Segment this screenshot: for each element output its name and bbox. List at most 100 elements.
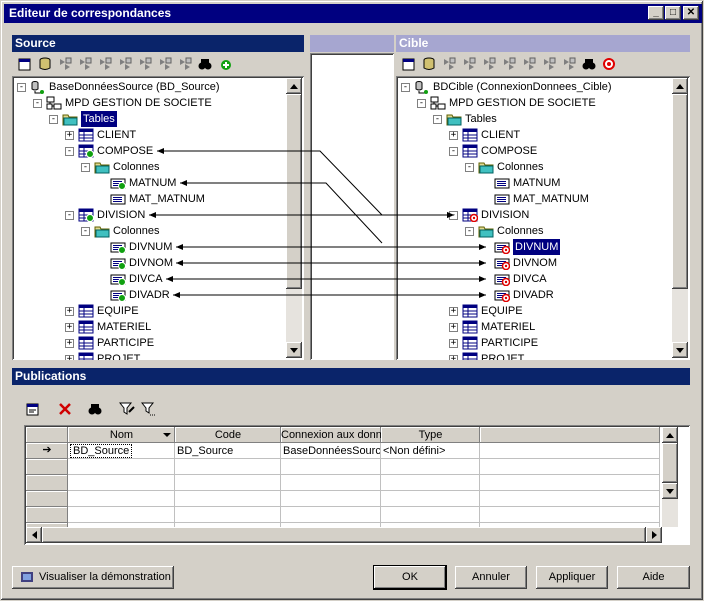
expand-all-icon[interactable] — [460, 56, 478, 72]
expand-icon[interactable]: + — [449, 323, 458, 332]
cible-tree-node[interactable]: - BDCible (ConnexionDonnees_Cible) — [396, 79, 690, 95]
database-icon[interactable] — [420, 56, 438, 72]
clear-filter-icon[interactable] — [140, 401, 158, 417]
row-header[interactable]: ➔ — [26, 443, 68, 459]
expand-icon[interactable]: + — [449, 355, 458, 360]
cible-tree-node[interactable]: + PROJET — [396, 351, 690, 360]
expand-icon[interactable]: + — [65, 339, 74, 348]
grid-cell[interactable] — [175, 459, 281, 475]
row-header[interactable] — [26, 475, 68, 491]
demo-button[interactable]: Visualiser la démonstration — [12, 566, 174, 589]
source-tree-node[interactable]: + EQUIPE — [12, 303, 304, 319]
publications-grid[interactable]: Nom Code Connexion aux donn Type ➔ BD_Source B… — [24, 425, 690, 545]
source-tree-node[interactable]: - COMPOSE — [12, 143, 304, 159]
collapse-icon[interactable]: - — [81, 227, 90, 236]
collapse-icon[interactable]: - — [465, 227, 474, 236]
collapse-icon[interactable]: - — [433, 115, 442, 124]
grid-cell[interactable] — [381, 507, 480, 523]
cible-tree-node[interactable]: DIVNOM — [396, 255, 690, 271]
find-icon[interactable] — [196, 56, 214, 72]
collapse-all-icon[interactable] — [480, 56, 498, 72]
collapse-icon[interactable]: - — [449, 211, 458, 220]
source-tree-node[interactable]: - Colonnes — [12, 159, 304, 175]
collapse-icon[interactable]: - — [17, 83, 26, 92]
properties-icon[interactable] — [24, 401, 42, 417]
scroll-down-icon[interactable] — [286, 342, 302, 358]
grid-cell[interactable] — [175, 491, 281, 507]
cible-tree-node[interactable]: MAT_MATNUM — [396, 191, 690, 207]
row-header[interactable] — [26, 491, 68, 507]
row-header[interactable] — [26, 507, 68, 523]
link-icon[interactable] — [56, 56, 74, 72]
grid-horizontal-scrollbar[interactable] — [26, 527, 662, 543]
source-tree-node[interactable]: MAT_MATNUM — [12, 191, 304, 207]
expand-icon[interactable]: + — [449, 307, 458, 316]
grid-cell[interactable] — [68, 507, 175, 523]
scroll-up-icon[interactable] — [672, 78, 688, 94]
cible-tree-node[interactable]: DIVADR — [396, 287, 690, 303]
grid-cell[interactable] — [281, 459, 381, 475]
expand-icon[interactable]: + — [65, 323, 74, 332]
cible-tree-node[interactable]: - Colonnes — [396, 223, 690, 239]
maximize-button[interactable]: □ — [665, 6, 681, 20]
help-button[interactable]: Aide — [617, 566, 690, 589]
source-tree-node[interactable]: DIVADR — [12, 287, 304, 303]
expand-all-icon[interactable] — [76, 56, 94, 72]
scroll-thumb[interactable] — [286, 94, 302, 289]
close-button[interactable]: ✕ — [683, 6, 699, 20]
grid-cell[interactable] — [175, 507, 281, 523]
source-tree-node[interactable]: - Tables — [12, 111, 304, 127]
view-icon[interactable] — [156, 56, 174, 72]
delete-icon[interactable] — [56, 401, 74, 417]
source-tree-node[interactable]: + MATERIEL — [12, 319, 304, 335]
scroll-thumb[interactable] — [42, 527, 646, 543]
cible-tree-node[interactable]: DIVNUM — [396, 239, 690, 255]
cible-tree-node[interactable]: + MATERIEL — [396, 319, 690, 335]
filter-icon[interactable] — [520, 56, 538, 72]
find-icon[interactable] — [580, 56, 598, 72]
scroll-thumb[interactable] — [662, 443, 678, 483]
source-tree[interactable]: - BaseDonnéesSource (BD_Source) - MPD GESTI… — [12, 76, 304, 360]
collapse-icon[interactable]: - — [65, 211, 74, 220]
cible-tree-node[interactable]: - Tables — [396, 111, 690, 127]
cible-tree-node[interactable]: DIVCA — [396, 271, 690, 287]
sort-icon[interactable] — [116, 56, 134, 72]
grid-cell[interactable] — [68, 459, 175, 475]
scroll-thumb[interactable] — [672, 94, 688, 289]
grid-cell[interactable] — [68, 475, 175, 491]
grid-cell[interactable] — [281, 475, 381, 491]
grid-cell[interactable] — [480, 443, 660, 459]
scroll-right-icon[interactable] — [646, 527, 662, 543]
grid-cell[interactable] — [381, 475, 480, 491]
properties-icon[interactable] — [16, 56, 34, 72]
ok-button[interactable]: OK — [374, 566, 446, 589]
grid-cell[interactable]: <Non défini> — [381, 443, 480, 459]
collapse-all-icon[interactable] — [96, 56, 114, 72]
scroll-down-icon[interactable] — [662, 483, 678, 499]
grid-column-header[interactable]: Code — [175, 427, 281, 443]
grid-cell[interactable]: BaseDonnéesSourc — [281, 443, 381, 459]
collapse-icon[interactable]: - — [449, 147, 458, 156]
scroll-left-icon[interactable] — [26, 527, 42, 543]
chevron-down-icon[interactable] — [163, 427, 172, 443]
link-icon[interactable] — [440, 56, 458, 72]
filter-icon[interactable] — [136, 56, 154, 72]
source-tree-node[interactable]: + PARTICIPE — [12, 335, 304, 351]
collapse-icon[interactable]: - — [81, 163, 90, 172]
scroll-down-icon[interactable] — [672, 342, 688, 358]
expand-icon[interactable]: + — [65, 131, 74, 140]
scroll-up-icon[interactable] — [286, 78, 302, 94]
grid-cell[interactable] — [480, 475, 660, 491]
grid-cell[interactable] — [480, 491, 660, 507]
properties-icon[interactable] — [400, 56, 418, 72]
grid-cell[interactable] — [281, 507, 381, 523]
source-tree-node[interactable]: - DIVISION — [12, 207, 304, 223]
collapse-icon[interactable]: - — [401, 83, 410, 92]
collapse-icon[interactable]: - — [417, 99, 426, 108]
source-tree-scrollbar[interactable] — [286, 78, 302, 358]
source-tree-node[interactable]: DIVNOM — [12, 255, 304, 271]
cible-tree-node[interactable]: + EQUIPE — [396, 303, 690, 319]
options-icon[interactable] — [176, 56, 194, 72]
source-tree-node[interactable]: MATNUM — [12, 175, 304, 191]
expand-icon[interactable]: + — [65, 307, 74, 316]
